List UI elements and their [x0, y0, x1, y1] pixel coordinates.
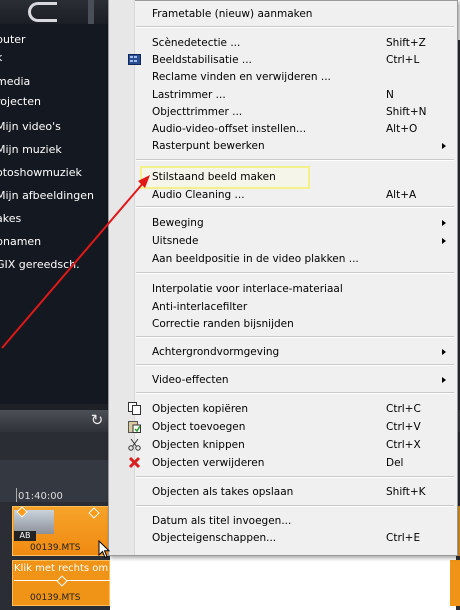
menu-separator: [136, 26, 454, 28]
menu-item-uitsnede[interactable]: Uitsnede: [110, 232, 456, 250]
menu-separator: [136, 505, 454, 507]
menu-separator: [136, 476, 454, 478]
menu-item-achtergrond[interactable]: Achtergrondvormgeving: [110, 343, 456, 361]
copy-icon: [128, 402, 141, 415]
nav-item-takes[interactable]: akes: [0, 210, 110, 228]
menu-item-scenedetectie[interactable]: Scènedetectie ... Shift+Z: [110, 34, 456, 52]
submenu-arrow-icon: [442, 143, 446, 149]
menu-item-objecttrimmer[interactable]: Objecttrimmer ... Shift+N: [110, 103, 456, 121]
menu-separator: [136, 336, 454, 338]
menu-item-verwijderen[interactable]: Objecten verwijderen Del: [110, 454, 456, 472]
cut-icon: [128, 438, 141, 451]
menu-item-frametable[interactable]: Frametable (nieuw) aanmaken: [110, 5, 456, 23]
menu-separator: [136, 272, 454, 274]
mouse-cursor-icon: [98, 540, 111, 559]
nav-item-fotoshowmuziek[interactable]: otoshowmuziek: [0, 164, 110, 182]
undo-icon[interactable]: ↻: [88, 411, 106, 429]
menu-item-rasterpunt[interactable]: Rasterpunt bewerken: [110, 137, 456, 155]
menu-item-toevoegen[interactable]: Object toevoegen Ctrl+V: [110, 418, 456, 436]
menu-item-beeldstabilisatie[interactable]: Beeldstabilisatie ... Ctrl+L: [110, 51, 456, 69]
submenu-arrow-icon: [442, 220, 446, 226]
nav-item-opnamen[interactable]: pnamen: [0, 233, 110, 251]
menu-item-beweging[interactable]: Beweging: [110, 214, 456, 232]
menu-item-audio-video-offset[interactable]: Audio-video-offset instellen... Alt+O: [110, 120, 456, 138]
menu-item-correctie-randen[interactable]: Correctie randen bijsnijden: [110, 315, 456, 333]
toolbar-separator: [88, 0, 94, 24]
app-window: puter k media rojecten Mijn video's Mijn…: [0, 0, 460, 610]
stabilize-icon: [128, 54, 141, 65]
ruler-tick: [16, 488, 17, 502]
clip-hint-text: Klik met rechts om de ge...: [14, 563, 108, 574]
nav-item-media[interactable]: media: [0, 73, 110, 91]
menu-item-kopieren[interactable]: Objecten kopiëren Ctrl+C: [110, 400, 456, 418]
nav-item-computer[interactable]: puter: [0, 31, 110, 49]
menu-item-video-effecten[interactable]: Video-effecten: [110, 371, 456, 389]
clip-ab-badge: AB: [14, 531, 36, 541]
menu-separator: [136, 206, 454, 208]
menu-item-knippen[interactable]: Objecten knippen Ctrl+X: [110, 436, 456, 454]
menu-item-audio-cleaning[interactable]: Audio Cleaning ... Alt+A: [110, 186, 456, 204]
menu-separator: [136, 392, 454, 394]
clip-name: 00139.MTS: [30, 593, 81, 603]
menu-item-datum-titel[interactable]: Datum als titel invoegen...: [110, 512, 456, 530]
menu-item-anti-interlace[interactable]: Anti-interlacefilter: [110, 298, 456, 316]
submenu-arrow-icon: [442, 238, 446, 244]
menu-item-reclame[interactable]: Reclame vinden en verwijderen ...: [110, 68, 456, 86]
nav-item-k[interactable]: k: [0, 49, 110, 67]
menu-separator: [136, 364, 454, 366]
audio-clip-edge[interactable]: [450, 560, 460, 606]
nav-item-mijn-videos[interactable]: Mijn video's: [0, 118, 110, 136]
nav-item-mijn-muziek[interactable]: Mijn muziek: [0, 141, 110, 159]
nav-item-projecten[interactable]: rojecten: [0, 93, 110, 111]
paste-icon: [128, 421, 141, 433]
nav-item-mijn-afbeeldingen[interactable]: Mijn afbeeldingen: [0, 187, 110, 205]
clip-name: 00139.MTS: [30, 543, 81, 553]
menu-item-plakken[interactable]: Aan beeldpositie in de video plakken ...: [110, 250, 456, 268]
menu-item-lastrimmer[interactable]: Lastrimmer ... N: [110, 86, 456, 104]
nav-item-magix-gereedsch[interactable]: GIX gereedsch.: [0, 256, 110, 274]
top-toolbar: [0, 0, 110, 24]
delete-icon: [128, 456, 141, 469]
menu-item-takes-opslaan[interactable]: Objecten als takes opslaan Shift+K: [110, 483, 456, 501]
media-pool-list: puter k media rojecten Mijn video's Mijn…: [0, 24, 110, 404]
menu-item-objecteigenschappen[interactable]: Objecteigenschappen... Ctrl+E: [110, 529, 456, 547]
menu-separator: [136, 159, 454, 161]
time-label: 01:40:00: [18, 491, 63, 502]
menu-item-interpolatie[interactable]: Interpolatie voor interlace-materiaal: [110, 280, 456, 298]
menu-item-stilstaand-beeld[interactable]: Stilstaand beeld maken: [110, 168, 456, 186]
redo-arc-icon[interactable]: [28, 2, 57, 22]
submenu-arrow-icon: [442, 349, 446, 355]
submenu-arrow-icon: [442, 377, 446, 383]
